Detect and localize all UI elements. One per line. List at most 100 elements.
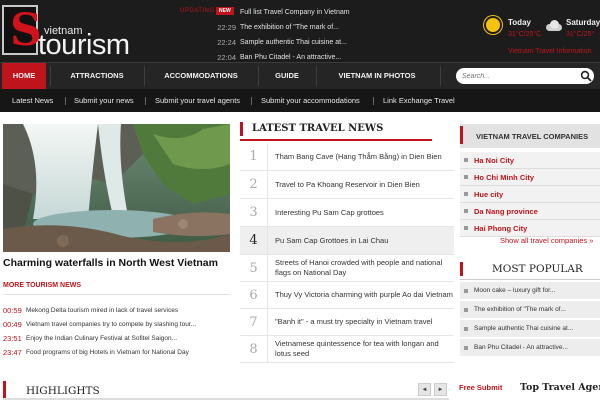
list-item[interactable]: Sample authentic Thai cuisine at... bbox=[460, 320, 600, 339]
news-number: 4 bbox=[240, 227, 268, 254]
weather-day: Today bbox=[508, 18, 531, 27]
section-marker bbox=[460, 262, 463, 276]
news-row[interactable]: 5 Streets of Hanoi crowded with people a… bbox=[240, 255, 454, 282]
popular-title[interactable]: Ban Phu Citadel - An attractive... bbox=[474, 344, 568, 351]
news-title[interactable]: Thuy Vy Victoria charming with purple Ao… bbox=[275, 290, 453, 300]
feature-image[interactable] bbox=[3, 124, 230, 252]
list-item[interactable]: Hue city bbox=[460, 186, 600, 203]
news-row[interactable]: 1 Tham Bang Cave (Hang Thẳm Bằng) in Die… bbox=[240, 143, 454, 171]
more-news-heading: MORE TOURISM NEWS bbox=[3, 282, 82, 289]
feature-title[interactable]: Charming waterfalls in North West Vietna… bbox=[3, 257, 218, 269]
list-item[interactable]: 00:49 Vietnam travel companies try to co… bbox=[3, 317, 233, 331]
company-city-link[interactable]: Ha Noi City bbox=[474, 156, 514, 165]
list-item[interactable]: Ban Phu Citadel - An attractive... bbox=[460, 339, 600, 358]
list-item[interactable]: Ho Chi Minh City bbox=[460, 169, 600, 186]
news-title[interactable]: Pu Sam Cap Grottoes in Lai Chau bbox=[275, 236, 453, 246]
list-item[interactable]: 00:59 Mekong Delta tourism mired in lack… bbox=[3, 303, 233, 317]
nav-item-guide[interactable]: GUIDE bbox=[260, 63, 314, 89]
subnav-link-exchange[interactable]: Link Exchange Travel bbox=[383, 89, 455, 112]
news-title[interactable]: Tham Bang Cave (Hang Thẳm Bằng) in Dien … bbox=[275, 152, 453, 162]
subnav-submit-news[interactable]: Submit your news bbox=[74, 89, 134, 112]
logo-main-text: tourism bbox=[38, 29, 130, 61]
bullet-icon bbox=[464, 192, 468, 196]
news-time: 00:59 bbox=[3, 305, 22, 315]
travel-info-link[interactable]: Vietnam Travel Information bbox=[508, 48, 592, 55]
list-item[interactable]: 23:51 Enjoy the Indian Culinary Festival… bbox=[3, 331, 233, 345]
ticker-time: 22:24 bbox=[217, 38, 236, 47]
ticker-time: 22:29 bbox=[217, 23, 236, 32]
nav-item-accommodations[interactable]: ACCOMMODATIONS bbox=[146, 63, 256, 89]
ticker-title[interactable]: Sample authentic Thai cuisine at... bbox=[240, 39, 347, 46]
news-row[interactable]: 8 Vietnamese quintessence for tea with l… bbox=[240, 336, 454, 363]
ticker-title[interactable]: The exhibition of "The mark of... bbox=[240, 24, 339, 31]
divider bbox=[240, 139, 432, 141]
divider bbox=[3, 294, 230, 295]
list-item[interactable]: 23:47 Food programs of big Hotels in Vie… bbox=[3, 345, 233, 359]
news-ticker: Full list Travel Company in Vietnam 22:2… bbox=[210, 5, 360, 62]
nav-item-attractions[interactable]: ATTRACTIONS bbox=[52, 63, 142, 89]
subnav-submit-agents[interactable]: Submit your travel agents bbox=[155, 89, 240, 112]
subnav-latest-news[interactable]: Latest News bbox=[12, 89, 53, 112]
company-city-link[interactable]: Hai Phong City bbox=[474, 224, 527, 233]
top-agents-heading: Top Travel Agents bbox=[520, 382, 600, 393]
free-submit-link[interactable]: Free Submit bbox=[459, 383, 502, 392]
ticker-item[interactable]: Full list Travel Company in Vietnam bbox=[210, 5, 360, 20]
list-item[interactable]: Moon cake – luxury gift for... bbox=[460, 282, 600, 301]
news-row[interactable]: 3 Interesting Pu Sam Cap grottoes bbox=[240, 199, 454, 227]
news-title[interactable]: Interesting Pu Sam Cap grottoes bbox=[275, 208, 453, 218]
nav-item-home[interactable]: HOME bbox=[2, 63, 46, 89]
highlights-heading: HIGHLIGHTS bbox=[26, 385, 100, 397]
logo[interactable]: S bbox=[2, 5, 42, 55]
news-row[interactable]: 4 Pu Sam Cap Grottoes in Lai Chau bbox=[240, 227, 454, 255]
news-title[interactable]: Vietnam travel companies try to compete … bbox=[26, 321, 196, 328]
news-title[interactable]: Vietnamese quintessence for tea with lon… bbox=[275, 339, 453, 359]
news-title[interactable]: Travel to Pa Khoang Reservoir in Dien Bi… bbox=[275, 180, 453, 190]
news-title[interactable]: Streets of Hanoi crowded with people and… bbox=[275, 258, 453, 278]
company-city-link[interactable]: Hue city bbox=[474, 190, 503, 199]
section-marker bbox=[3, 381, 6, 398]
company-city-link[interactable]: Ho Chi Minh City bbox=[474, 173, 534, 182]
company-city-link[interactable]: Da Nang province bbox=[474, 207, 538, 216]
news-title[interactable]: Mekong Delta tourism mired in lack of tr… bbox=[26, 307, 178, 314]
ticker-title[interactable]: Ban Phu Citadel - An attractive... bbox=[240, 54, 341, 61]
nav-item-vietnam-in-photos[interactable]: VIETNAM IN PHOTOS bbox=[318, 63, 436, 89]
next-button[interactable]: ► bbox=[434, 383, 447, 396]
list-item[interactable]: Da Nang province bbox=[460, 203, 600, 220]
news-time: 23:51 bbox=[3, 333, 22, 343]
popular-title[interactable]: Moon cake – luxury gift for... bbox=[474, 287, 555, 294]
news-number: 3 bbox=[240, 199, 268, 226]
news-title[interactable]: "Banh it" - a must try specialty in Viet… bbox=[275, 317, 453, 327]
popular-title[interactable]: Sample authentic Thai cuisine at... bbox=[474, 325, 573, 332]
bullet-icon bbox=[464, 175, 468, 179]
list-item[interactable]: Ha Noi City bbox=[460, 152, 600, 169]
list-item[interactable]: Hai Phong City bbox=[460, 220, 600, 237]
news-title[interactable]: Food programs of big Hotels in Vietnam f… bbox=[26, 349, 189, 356]
news-time: 23:47 bbox=[3, 347, 22, 357]
most-popular-list: Moon cake – luxury gift for... The exhib… bbox=[460, 282, 600, 358]
news-title[interactable]: Enjoy the Indian Culinary Festival at So… bbox=[26, 335, 177, 342]
news-row[interactable]: 7 "Banh it" - a must try specialty in Vi… bbox=[240, 309, 454, 336]
search-box bbox=[456, 68, 594, 84]
popular-title[interactable]: The exhibition of "The mark of... bbox=[474, 306, 566, 313]
ticker-item[interactable]: 22:29 The exhibition of "The mark of... bbox=[210, 20, 360, 35]
news-number: 6 bbox=[240, 282, 268, 308]
news-row[interactable]: 2 Travel to Pa Khoang Reservoir in Dien … bbox=[240, 171, 454, 199]
subnav-submit-accommodations[interactable]: Submit your accommodations bbox=[261, 89, 360, 112]
bullet-icon bbox=[464, 288, 468, 293]
news-row[interactable]: 6 Thuy Vy Victoria charming with purple … bbox=[240, 282, 454, 309]
list-item[interactable]: The exhibition of "The mark of... bbox=[460, 301, 600, 320]
bullet-icon bbox=[464, 226, 468, 230]
bullet-icon bbox=[464, 345, 468, 350]
news-number: 8 bbox=[240, 336, 268, 362]
main-nav: HOME ATTRACTIONS ACCOMMODATIONS GUIDE VI… bbox=[0, 62, 600, 89]
ticker-item[interactable]: 22:04 Ban Phu Citadel - An attractive... bbox=[210, 50, 360, 62]
prev-button[interactable]: ◄ bbox=[418, 383, 431, 396]
ticker-title[interactable]: Full list Travel Company in Vietnam bbox=[240, 9, 350, 16]
search-icon[interactable] bbox=[580, 70, 592, 82]
latest-news-list: 1 Tham Bang Cave (Hang Thẳm Bằng) in Die… bbox=[240, 143, 454, 363]
ticker-item[interactable]: 22:24 Sample authentic Thai cuisine at..… bbox=[210, 35, 360, 50]
show-all-companies-link[interactable]: Show all travel companies » bbox=[500, 236, 593, 245]
section-marker bbox=[460, 126, 463, 144]
search-input[interactable] bbox=[462, 70, 572, 82]
news-number: 1 bbox=[240, 143, 268, 170]
